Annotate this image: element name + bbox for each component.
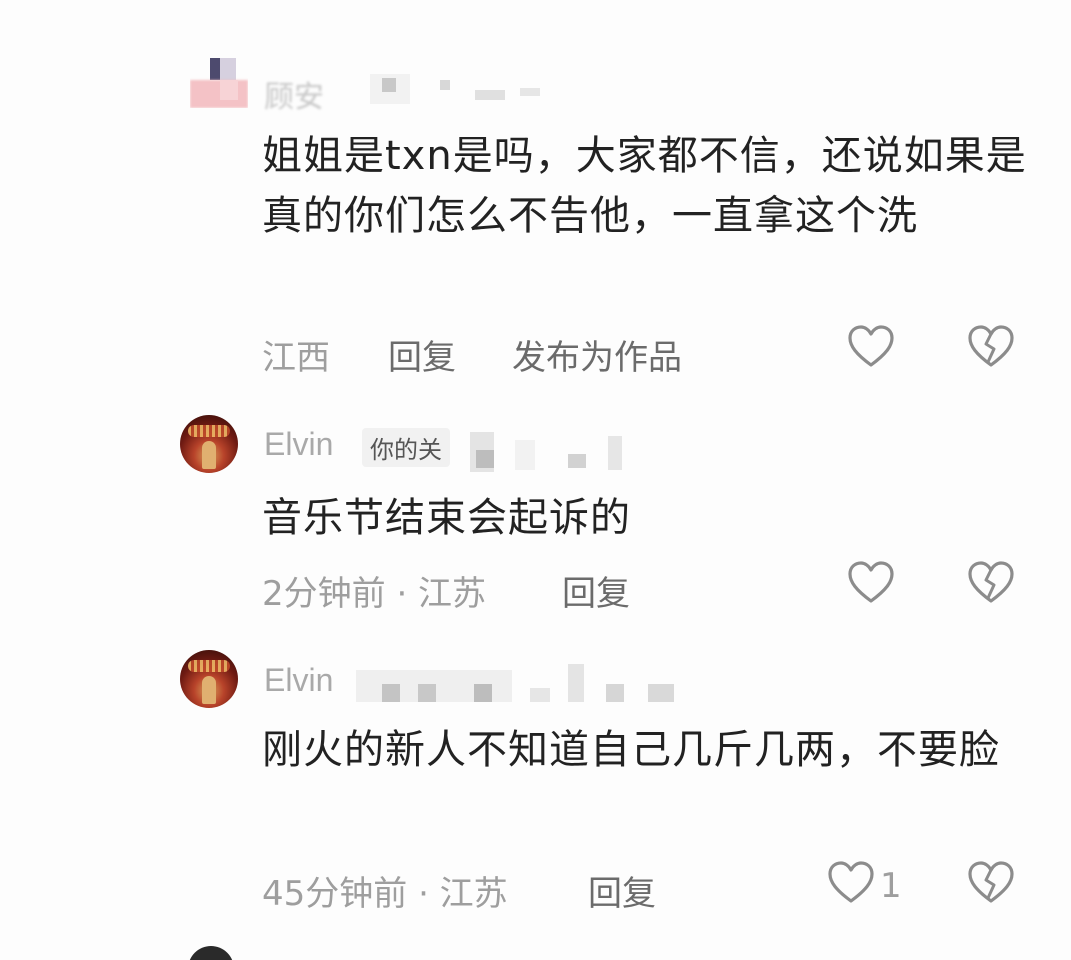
heart-outline-icon[interactable] <box>826 858 876 908</box>
reply-button[interactable]: 回复 <box>388 330 456 379</box>
reply-button[interactable]: 回复 <box>588 866 656 915</box>
username[interactable]: 顾安 <box>264 72 324 116</box>
avatar[interactable] <box>180 650 238 708</box>
broken-heart-icon[interactable] <box>966 322 1016 372</box>
heart-outline-icon[interactable] <box>846 322 896 372</box>
avatar[interactable] <box>180 415 238 473</box>
comment-list: 顾安 姐姐是txn是吗，大家都不信，还说如果是真的你们怎么不告他，一直拿这个洗 … <box>0 0 1071 960</box>
comment-text: 姐姐是txn是吗，大家都不信，还说如果是真的你们怎么不告他，一直拿这个洗 <box>262 133 1027 239</box>
username[interactable]: Elvin <box>264 662 333 699</box>
comment-text: 音乐节结束会起诉的 <box>262 495 631 541</box>
comment-time-location: 45分钟前 · 江苏 <box>262 874 508 914</box>
author-tag: 你的关 <box>362 428 450 467</box>
comment-item: Elvin 你的关 音乐节结束会起诉的 2分钟前 · 江苏 回复 <box>0 400 1071 640</box>
like-count: 1 <box>880 866 902 906</box>
broken-heart-icon[interactable] <box>966 558 1016 608</box>
reply-button[interactable]: 回复 <box>562 566 630 615</box>
comment-text: 刚火的新人不知道自己几斤几两，不要脸 <box>262 727 1000 773</box>
comment-location: 江西 <box>262 338 330 378</box>
comment-item: Elvin 刚火的新人不知道自己几斤几两，不要脸 45分钟前 · 江苏 回复 1 <box>0 640 1071 940</box>
broken-heart-icon[interactable] <box>966 858 1016 908</box>
heart-outline-icon[interactable] <box>846 558 896 608</box>
avatar[interactable] <box>190 58 248 108</box>
comment-item: 顾安 姐姐是txn是吗，大家都不信，还说如果是真的你们怎么不告他，一直拿这个洗 … <box>0 0 1071 400</box>
blurred-username-suffix <box>370 68 550 108</box>
avatar[interactable] <box>188 946 234 960</box>
blurred-username-suffix <box>470 432 640 472</box>
comment-time-location: 2分钟前 · 江苏 <box>262 574 487 614</box>
blurred-username-suffix <box>356 662 686 702</box>
publish-as-work-button[interactable]: 发布为作品 <box>512 330 682 379</box>
username[interactable]: Elvin <box>264 426 333 463</box>
